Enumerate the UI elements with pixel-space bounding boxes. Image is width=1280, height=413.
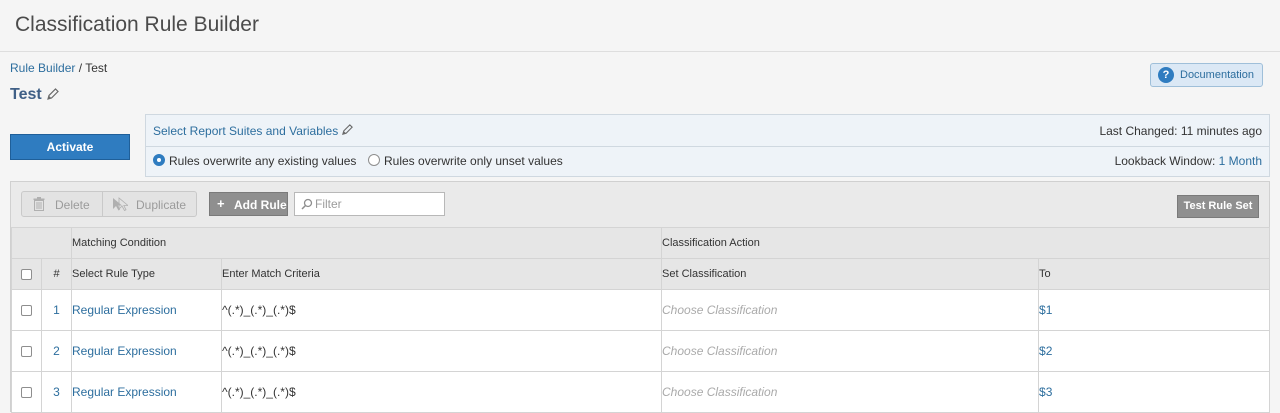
table-row: 3 Regular Expression ^(.*)_(.*)_(.*)$ Ch… <box>11 371 1271 413</box>
radio-selected-icon <box>153 154 165 166</box>
delete-button[interactable]: Delete <box>22 192 103 216</box>
rules-table: Matching Condition Classification Action… <box>11 227 1271 413</box>
rule-set-title: Test <box>10 86 42 103</box>
group-header-matching: Matching Condition <box>70 227 663 259</box>
classification-cell: Choose Classification <box>661 330 1040 372</box>
match-criteria-cell[interactable]: ^(.*)_(.*)_(.*)$ <box>220 330 663 372</box>
group-header-row: Matching Condition Classification Action <box>11 227 1271 259</box>
column-header-rule-type: Select Rule Type <box>71 258 222 290</box>
to-cell[interactable]: $1 <box>1038 289 1271 331</box>
filter-input[interactable] <box>315 196 441 212</box>
classification-cell: Choose Classification <box>661 371 1040 413</box>
match-criteria-value: ^(.*)_(.*)_(.*)$ <box>222 303 296 317</box>
rule-set-config: Select Report Suites and Variables Last … <box>145 114 1270 177</box>
rule-type-cell: Regular Expression <box>71 371 222 413</box>
last-changed-text: Last Changed: 11 minutes ago <box>1099 124 1262 138</box>
breadcrumb-separator: / <box>78 61 83 75</box>
select-all-cell <box>11 258 42 290</box>
filter-field <box>294 192 445 216</box>
overwrite-unset-label: Rules overwrite only unset values <box>384 154 563 168</box>
trash-icon <box>33 197 45 211</box>
table-row: 1 Regular Expression ^(.*)_(.*)_(.*)$ Ch… <box>11 289 1271 331</box>
row-checkbox[interactable] <box>21 346 32 358</box>
edit-title-pencil-icon[interactable] <box>46 87 60 101</box>
match-criteria-value: ^(.*)_(.*)_(.*)$ <box>222 344 296 358</box>
rule-type-cell: Regular Expression <box>71 289 222 331</box>
rules-panel: Delete Duplicate + Add Rule Test Rule Se… <box>10 181 1271 413</box>
lookback-window: Lookback Window: 1 Month <box>1115 154 1262 168</box>
table-row: 2 Regular Expression ^(.*)_(.*)_(.*)$ Ch… <box>11 330 1271 372</box>
to-cell[interactable]: $2 <box>1038 330 1271 372</box>
row-select-cell <box>11 371 42 413</box>
classification-selector[interactable]: Choose Classification <box>662 303 777 317</box>
column-header-number: # <box>41 258 72 290</box>
duplicate-label: Duplicate <box>136 198 187 212</box>
match-criteria-cell[interactable]: ^(.*)_(.*)_(.*)$ <box>220 371 663 413</box>
top-bar: Classification Rule Builder <box>0 0 1280 52</box>
breadcrumb-current: Test <box>85 61 108 75</box>
config-row-suites: Select Report Suites and Variables Last … <box>146 115 1269 147</box>
row-select-cell <box>11 289 42 331</box>
column-header-to: To <box>1038 258 1271 290</box>
row-select-cell <box>11 330 42 372</box>
row-actions-group: Delete Duplicate <box>21 191 197 217</box>
add-rule-label: Add Rule <box>234 198 287 212</box>
documentation-button[interactable]: ? Documentation <box>1150 63 1263 87</box>
lookback-label: Lookback Window: <box>1114 154 1216 168</box>
edit-suites-pencil-icon[interactable] <box>341 123 354 136</box>
row-number: 3 <box>41 371 72 413</box>
to-value: $1 <box>1039 303 1053 317</box>
group-header-action: Classification Action <box>661 227 1271 259</box>
select-report-suites-link[interactable]: Select Report Suites and Variables <box>153 124 338 138</box>
activate-button[interactable]: Activate <box>10 134 130 160</box>
to-cell[interactable]: $3 <box>1038 371 1271 413</box>
duplicate-icon <box>113 197 128 211</box>
breadcrumb-rule-builder-link[interactable]: Rule Builder <box>10 61 75 75</box>
group-header-spacer <box>11 227 72 259</box>
classification-selector[interactable]: Choose Classification <box>662 344 777 358</box>
select-all-checkbox[interactable] <box>21 268 32 280</box>
column-header-row: # Select Rule Type Enter Match Criteria … <box>11 258 1271 290</box>
row-number: 1 <box>41 289 72 331</box>
add-rule-button[interactable]: + Add Rule <box>209 192 288 216</box>
radio-unselected-icon <box>368 154 380 166</box>
breadcrumb: Rule Builder / Test <box>10 61 107 75</box>
column-header-match-criteria: Enter Match Criteria <box>220 258 663 290</box>
config-row-options: Rules overwrite any existing values Rule… <box>146 146 1269 176</box>
app-title: Classification Rule Builder <box>15 13 259 36</box>
to-value: $3 <box>1039 385 1053 399</box>
test-rule-set-button[interactable]: Test Rule Set <box>1177 195 1259 218</box>
column-header-set-classification: Set Classification <box>661 258 1040 290</box>
classification-selector[interactable]: Choose Classification <box>662 385 777 399</box>
to-value: $2 <box>1039 344 1053 358</box>
rule-type-selector[interactable]: Regular Expression <box>72 344 177 358</box>
lookback-value-link[interactable]: 1 Month <box>1219 154 1262 168</box>
row-number: 2 <box>41 330 72 372</box>
classification-cell: Choose Classification <box>661 289 1040 331</box>
question-icon: ? <box>1158 67 1174 83</box>
rules-toolbar: Delete Duplicate + Add Rule Test Rule Se… <box>11 182 1269 227</box>
delete-label: Delete <box>55 198 90 212</box>
row-checkbox[interactable] <box>21 387 32 399</box>
search-icon <box>301 198 313 210</box>
match-criteria-cell[interactable]: ^(.*)_(.*)_(.*)$ <box>220 289 663 331</box>
row-checkbox[interactable] <box>21 305 32 317</box>
overwrite-any-label: Rules overwrite any existing values <box>169 154 357 168</box>
plus-icon: + <box>217 196 225 211</box>
match-criteria-value: ^(.*)_(.*)_(.*)$ <box>222 385 296 399</box>
duplicate-button[interactable]: Duplicate <box>103 192 197 216</box>
rule-type-cell: Regular Expression <box>71 330 222 372</box>
rule-type-selector[interactable]: Regular Expression <box>72 385 177 399</box>
documentation-label: Documentation <box>1180 69 1254 81</box>
rule-type-selector[interactable]: Regular Expression <box>72 303 177 317</box>
